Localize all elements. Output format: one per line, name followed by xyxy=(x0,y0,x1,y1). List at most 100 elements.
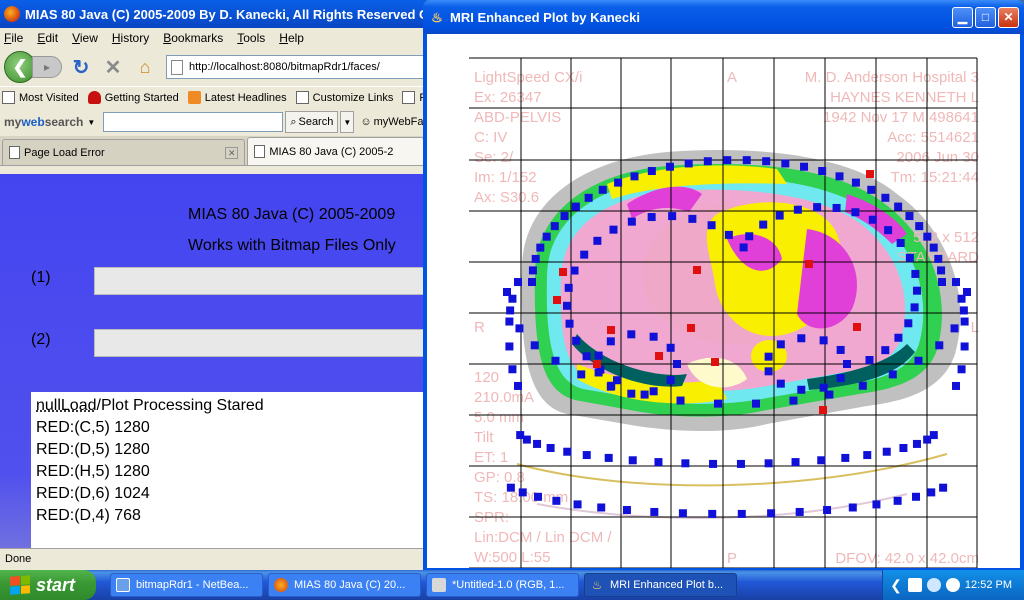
blue-marker xyxy=(627,330,636,339)
blue-marker xyxy=(865,356,874,365)
search-dropdown-button[interactable]: ▼ xyxy=(340,111,355,133)
stop-button[interactable]: ✕ xyxy=(100,54,126,80)
firefox-title-bar[interactable]: MIAS 80 Java (C) 2005-2009 By D. Kanecki… xyxy=(0,0,426,28)
clock[interactable]: 12:52 PM xyxy=(965,579,1012,591)
minimize-button[interactable]: ▁ xyxy=(952,6,973,28)
blue-marker xyxy=(707,221,716,230)
safely-remove-icon[interactable] xyxy=(945,578,960,592)
overlay-text-left: Im: 1/152 xyxy=(474,169,537,186)
blue-marker xyxy=(793,205,802,214)
blue-marker xyxy=(563,301,572,310)
menu-bookmarks[interactable]: Bookmarks xyxy=(163,31,223,45)
blue-marker xyxy=(914,356,923,365)
search-input[interactable] xyxy=(103,112,284,132)
maximize-button[interactable]: □ xyxy=(975,6,996,28)
blue-marker xyxy=(528,278,536,286)
taskbar-item-firefox[interactable]: MIAS 80 Java (C) 20... xyxy=(268,573,421,597)
mri-title-bar[interactable]: ♨ MRI Enhanced Plot by Kanecki ▁ □ ✕ xyxy=(423,0,1024,34)
bookmark-most-visited[interactable]: Most Visited xyxy=(2,91,79,104)
bookmark-getting-started[interactable]: Getting Started xyxy=(87,91,179,104)
url-bar[interactable]: http://localhost:8080/bitmapRdr1/faces/ xyxy=(166,55,426,79)
logo-part-suffix: search xyxy=(44,115,84,129)
bookmark-customize-links[interactable]: Customize Links xyxy=(295,91,393,104)
forward-button[interactable]: ▸ xyxy=(32,56,62,78)
blue-marker xyxy=(594,368,603,377)
blue-marker xyxy=(684,159,693,168)
menu-tools[interactable]: Tools xyxy=(237,31,265,45)
overlay-text-right: HAYNES KENNETH L xyxy=(830,89,979,106)
page-icon xyxy=(9,146,20,159)
blue-marker xyxy=(533,492,542,501)
orientation-posterior: P xyxy=(727,550,737,567)
chevron-left-icon[interactable]: ❮ xyxy=(890,577,902,594)
bookmark-latest-headlines[interactable]: Latest Headlines xyxy=(187,91,287,104)
mri-canvas: LightSpeed CX/i Ex: 26347 ABD-PELVIS C: IV S… xyxy=(427,34,1020,568)
blue-marker xyxy=(896,239,905,248)
mri-plot: LightSpeed CX/i Ex: 26347 ABD-PELVIS C: IV S… xyxy=(469,57,979,568)
tab-mias[interactable]: MIAS 80 Java (C) 2005-2 xyxy=(247,137,424,165)
blue-marker xyxy=(960,342,969,351)
blue-marker xyxy=(654,458,663,467)
mywebsearch-logo[interactable]: mywebsearch xyxy=(4,115,83,129)
reload-button[interactable]: ↻ xyxy=(68,54,94,80)
tab-page-load-error[interactable]: Page Load Error ✕ xyxy=(2,139,246,165)
file-input-1[interactable] xyxy=(94,267,426,295)
blue-marker xyxy=(764,367,773,376)
blue-marker xyxy=(904,319,913,328)
network-icon[interactable] xyxy=(926,578,941,592)
blue-marker xyxy=(905,253,914,262)
close-tab-icon[interactable]: ✕ xyxy=(225,146,239,159)
overlay-text-left: Ex: 26347 xyxy=(474,89,542,106)
home-button[interactable]: ⌂ xyxy=(132,54,158,80)
blue-marker xyxy=(952,278,960,287)
menu-file[interactable]: File xyxy=(4,31,23,45)
blue-marker xyxy=(508,365,517,374)
menu-history[interactable]: History xyxy=(112,31,149,45)
speaker-icon[interactable] xyxy=(907,578,922,592)
blue-marker xyxy=(673,360,681,368)
taskbar-item-mri-plot[interactable]: ♨ MRI Enhanced Plot b... xyxy=(584,573,737,597)
bookmark-folder-icon xyxy=(2,91,15,104)
file-input-2[interactable] xyxy=(94,329,426,357)
blue-marker xyxy=(593,236,602,245)
blue-marker xyxy=(899,443,908,452)
taskbar-item-netbeans[interactable]: bitmapRdr1 - NetBea... xyxy=(110,573,263,597)
file-label-1: (1) xyxy=(31,269,51,286)
close-button[interactable]: ✕ xyxy=(998,6,1019,28)
blue-marker xyxy=(597,503,606,512)
search-button[interactable]: ⌕ Search xyxy=(285,111,339,133)
blue-marker xyxy=(514,278,522,287)
search-extra-link[interactable]: myWebFa xyxy=(374,116,424,128)
arrow-left-icon: ❮ xyxy=(12,56,28,77)
blue-marker xyxy=(582,451,591,460)
start-button[interactable]: start xyxy=(0,570,96,600)
blue-marker xyxy=(546,443,555,452)
taskbar-item-gimp[interactable]: *Untitled-1.0 (RGB, 1... xyxy=(426,573,579,597)
blue-marker xyxy=(910,303,919,312)
menu-help[interactable]: Help xyxy=(279,31,304,45)
search-toolbar: mywebsearch ▼ ⌕ Search ▼ ☺ myWebFa xyxy=(0,108,426,136)
search-button-label: Search xyxy=(298,116,334,128)
overlay-text-left: Se: 2/ xyxy=(474,149,514,166)
chevron-down-icon: ▼ xyxy=(343,117,352,127)
blue-marker xyxy=(872,500,881,509)
blue-marker xyxy=(759,220,768,229)
blue-marker xyxy=(881,193,890,202)
red-marker xyxy=(805,260,813,268)
blue-marker xyxy=(668,212,677,221)
blue-marker xyxy=(577,370,586,379)
blue-marker xyxy=(564,283,573,292)
blue-marker xyxy=(542,232,551,241)
menu-view[interactable]: View xyxy=(72,31,98,45)
blue-marker xyxy=(818,167,827,176)
blue-marker xyxy=(776,340,785,349)
blue-marker xyxy=(565,319,574,328)
home-icon: ⌂ xyxy=(139,56,151,77)
menu-edit[interactable]: Edit xyxy=(37,31,58,45)
blue-marker xyxy=(960,317,969,326)
blue-marker xyxy=(836,345,845,354)
chevron-down-icon[interactable]: ▼ xyxy=(87,118,95,127)
blue-marker xyxy=(817,456,826,465)
task-label: MRI Enhanced Plot b... xyxy=(610,579,724,591)
windows-logo-icon xyxy=(10,575,30,595)
